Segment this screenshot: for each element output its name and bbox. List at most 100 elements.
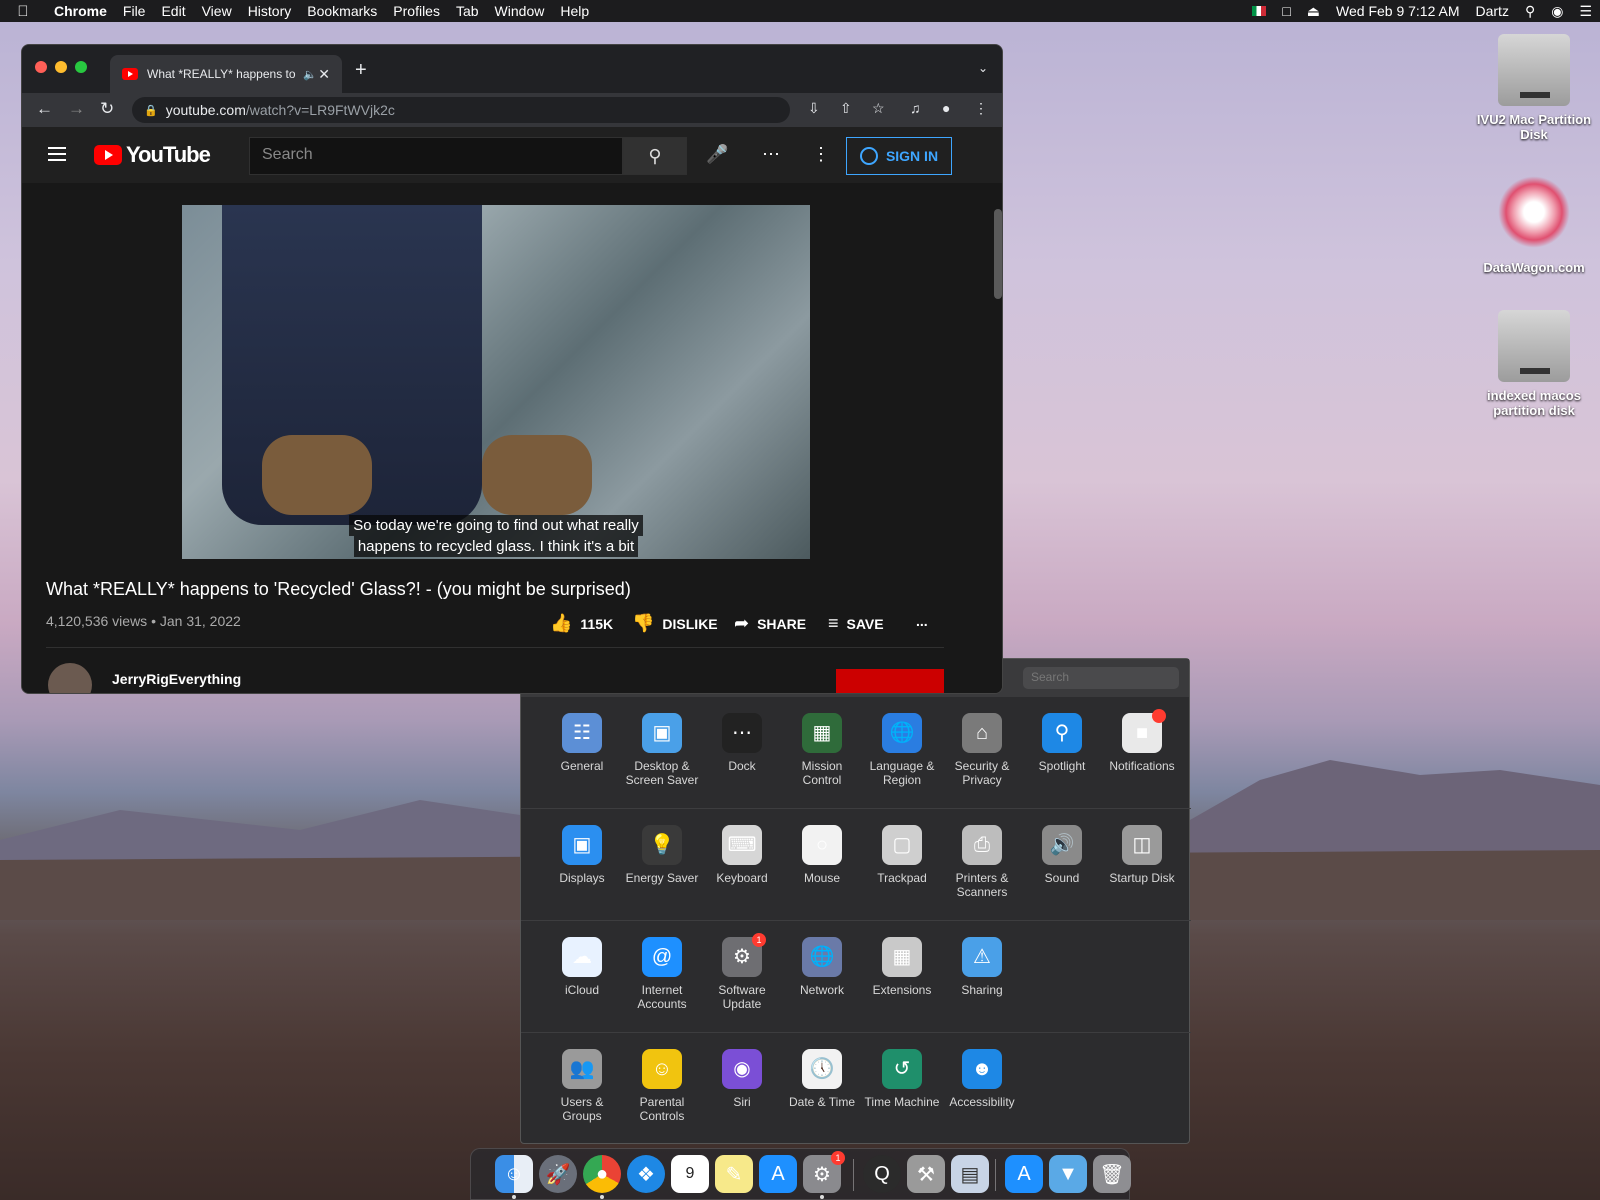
like-button[interactable]: 👍 115K — [550, 613, 613, 634]
control-center-icon[interactable]: ☰ — [1579, 3, 1592, 20]
prefs-item-software-update[interactable]: ⚙ 1 Software Update — [701, 933, 783, 1011]
prefs-item-trackpad[interactable]: ▢ Trackpad — [861, 825, 943, 885]
prefs-item-time-machine[interactable]: ↺ Time Machine — [861, 1049, 943, 1109]
quicktime-icon[interactable]: Q — [863, 1155, 901, 1193]
hamburger-menu-icon[interactable] — [48, 147, 66, 161]
minimize-window-button[interactable] — [55, 61, 67, 73]
apple-menu-icon[interactable]:  — [0, 3, 46, 20]
siri-icon[interactable]: ◉ — [1551, 3, 1563, 20]
install-app-icon[interactable]: ⇩ — [808, 100, 820, 117]
prefs-item-desktop-screen-saver[interactable]: ▣ Desktop & Screen Saver — [621, 713, 703, 787]
sign-in-button[interactable]: SIGN IN — [846, 137, 952, 175]
trash-icon[interactable]: 🗑 — [1093, 1155, 1131, 1193]
desktop-icon-datawagon[interactable]: DataWagon.com — [1474, 176, 1594, 275]
close-window-button[interactable] — [35, 61, 47, 73]
prefs-item-network[interactable]: 🌐 Network — [781, 937, 863, 997]
preview-icon[interactable]: ▤ — [951, 1155, 989, 1193]
share-icon[interactable]: ⇧ — [840, 100, 852, 117]
menu-edit[interactable]: Edit — [153, 3, 193, 19]
media-control-icon[interactable]: ♫ — [910, 100, 921, 116]
chrome-menu-icon[interactable]: ⋮ — [974, 100, 988, 117]
back-arrow-icon[interactable]: ← — [36, 99, 53, 119]
youtube-logo[interactable]: YouTube — [94, 142, 211, 168]
subscribe-button[interactable] — [836, 669, 944, 693]
menu-history[interactable]: History — [240, 3, 300, 19]
desktop-icon-indexed-disk[interactable]: indexed macos partition disk — [1474, 310, 1594, 418]
settings-dots-icon[interactable]: ⋮ — [812, 144, 830, 165]
prefs-item-mission-control[interactable]: ▦ Mission Control — [781, 713, 863, 787]
video-player[interactable] — [182, 205, 810, 559]
notes-icon[interactable]: ✎ — [715, 1155, 753, 1193]
prefs-item-accessibility[interactable]: ☻ Accessibility — [941, 1049, 1023, 1109]
profile-icon[interactable]: ● — [942, 100, 950, 116]
menu-help[interactable]: Help — [552, 3, 597, 19]
prefs-item-spotlight[interactable]: ⚲ Spotlight — [1021, 713, 1103, 773]
prefs-item-users-groups[interactable]: 👥 Users & Groups — [541, 1049, 623, 1123]
forward-arrow-icon[interactable]: → — [68, 99, 85, 119]
display-mirror-icon[interactable]: □ — [1282, 3, 1290, 19]
prefs-item-displays[interactable]: ▣ Displays — [541, 825, 623, 885]
prefs-item-security-privacy[interactable]: ⌂ Security & Privacy — [941, 713, 1023, 787]
disk-utility-icon[interactable]: ⚒ — [907, 1155, 945, 1193]
prefs-item-general[interactable]: ☷ General — [541, 713, 623, 773]
prefs-item-keyboard[interactable]: ⌨ Keyboard — [701, 825, 783, 885]
tab-search-chevron-icon[interactable]: ⌄ — [978, 61, 988, 75]
menu-bookmarks[interactable]: Bookmarks — [299, 3, 385, 19]
dislike-button[interactable]: 👎 DISLIKE — [632, 613, 718, 634]
microphone-icon[interactable]: 🎤 — [706, 144, 728, 165]
speaker-icon[interactable]: 🔈 — [303, 68, 317, 81]
desktop-icon-ivu2-disk[interactable]: IVU2 Mac Partition Disk — [1474, 34, 1594, 142]
app-store-icon[interactable]: A — [759, 1155, 797, 1193]
safari-icon[interactable]: ❖ — [627, 1155, 665, 1193]
menubar-clock[interactable]: Wed Feb 9 7:12 AM — [1336, 3, 1459, 19]
applications-folder-icon[interactable]: A — [1005, 1155, 1043, 1193]
eject-icon[interactable]: ⏏ — [1307, 3, 1320, 20]
reload-icon[interactable]: ↻ — [100, 99, 114, 119]
prefs-item-parental-controls[interactable]: ☺ Parental Controls — [621, 1049, 703, 1123]
save-button[interactable]: ≡ SAVE — [828, 613, 884, 634]
new-tab-button[interactable]: + — [355, 59, 367, 82]
address-bar[interactable]: 🔒 youtube.com/watch?v=LR9FtWVjk2c — [132, 97, 790, 123]
chrome-icon[interactable]: ● — [583, 1155, 621, 1193]
prefs-item-icloud[interactable]: ☁ iCloud — [541, 937, 623, 997]
menu-profiles[interactable]: Profiles — [385, 3, 448, 19]
apps-grid-icon[interactable]: ⋯ — [762, 144, 780, 165]
menu-file[interactable]: File — [115, 3, 154, 19]
menu-tab[interactable]: Tab — [448, 3, 487, 19]
prefs-item-internet-accounts[interactable]: @ Internet Accounts — [621, 937, 703, 1011]
close-tab-icon[interactable]: ✕ — [318, 66, 330, 83]
calendar-icon[interactable]: 9 — [671, 1155, 709, 1193]
prefs-item-sound[interactable]: 🔊 Sound — [1021, 825, 1103, 885]
finder-icon[interactable]: ☺ — [495, 1155, 533, 1193]
prefs-search-input[interactable]: Search — [1023, 667, 1179, 689]
flag-icon[interactable] — [1252, 6, 1267, 16]
downloads-folder-icon[interactable]: ▼ — [1049, 1155, 1087, 1193]
zoom-window-button[interactable] — [75, 61, 87, 73]
prefs-item-date-time[interactable]: 🕔 Date & Time — [781, 1049, 863, 1109]
prefs-item-startup-disk[interactable]: ◫ Startup Disk — [1101, 825, 1183, 885]
bookmark-star-icon[interactable]: ☆ — [872, 100, 885, 117]
prefs-item-dock[interactable]: ⋯ Dock — [701, 713, 783, 773]
page-scrollbar[interactable] — [994, 209, 1002, 299]
prefs-item-extensions[interactable]: ▦ Extensions — [861, 937, 943, 997]
more-actions-button[interactable]: ... — [916, 613, 928, 629]
prefs-item-siri[interactable]: ◉ Siri — [701, 1049, 783, 1109]
channel-name[interactable]: JerryRigEverything — [112, 671, 241, 687]
channel-avatar[interactable] — [48, 663, 92, 693]
prefs-item-sharing[interactable]: ⚠ Sharing — [941, 937, 1023, 997]
prefs-item-language-region[interactable]: 🌐 Language & Region — [861, 713, 943, 787]
menu-window[interactable]: Window — [487, 3, 553, 19]
browser-tab[interactable]: What *REALLY* happens to 🔈 ✕ — [110, 55, 342, 93]
launchpad-icon[interactable]: 🚀 — [539, 1155, 577, 1193]
menu-chrome[interactable]: Chrome — [46, 3, 115, 19]
search-icon[interactable]: ⚲ — [623, 137, 687, 175]
youtube-search-input[interactable]: Search — [249, 137, 623, 175]
prefs-item-printers-scanners[interactable]: ⎙ Printers & Scanners — [941, 825, 1023, 899]
prefs-item-notifications[interactable]: ■ Notifications — [1101, 709, 1183, 773]
menubar-user[interactable]: Dartz — [1476, 3, 1509, 19]
prefs-item-mouse[interactable]: ○ Mouse — [781, 825, 863, 885]
menu-view[interactable]: View — [194, 3, 240, 19]
spotlight-icon[interactable]: ⚲ — [1525, 3, 1535, 20]
prefs-item-energy-saver[interactable]: 💡 Energy Saver — [621, 825, 703, 885]
system-preferences-icon[interactable]: ⚙ 1 — [803, 1151, 845, 1193]
